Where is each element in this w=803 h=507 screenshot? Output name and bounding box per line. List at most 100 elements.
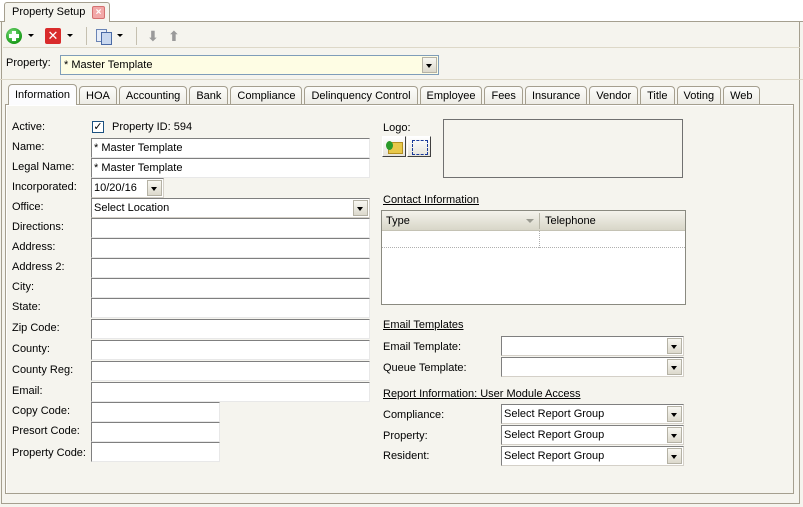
copy-icon [95, 28, 112, 45]
county-input[interactable] [91, 340, 370, 360]
chevron-down-icon[interactable] [667, 427, 682, 443]
toolbar-separator [86, 26, 87, 45]
tab-information[interactable]: Information [8, 84, 78, 105]
active-label: Active: [12, 121, 46, 133]
column-separator[interactable] [539, 213, 540, 229]
tab-delinquency-control[interactable]: Delinquency Control [304, 86, 418, 105]
contact-grid[interactable]: Type Telephone [381, 210, 686, 305]
name-label: Name: [12, 141, 45, 153]
delete-button[interactable]: ✕ [42, 26, 79, 46]
property-setup-window: Property Setup × ✕ ⬇ ⬆ Property: * Maste… [0, 0, 803, 507]
legal-name-input[interactable]: * Master Template [91, 158, 370, 178]
chevron-down-icon[interactable] [667, 448, 682, 464]
address2-label: Address 2: [12, 261, 65, 273]
compliance-report-group-value: Select Report Group [504, 408, 605, 420]
toolbar: ✕ ⬇ ⬆ [3, 24, 800, 48]
zip-code-label: Zip Code: [12, 322, 60, 334]
tab-insurance[interactable]: Insurance [524, 86, 588, 105]
property-report-group-select[interactable]: Select Report Group [501, 425, 684, 445]
arrow-up-icon: ⬆ [168, 27, 180, 44]
tab-employee[interactable]: Employee [419, 86, 483, 105]
active-checkbox[interactable]: ✓ [92, 121, 104, 133]
compliance-report-label: Compliance: [383, 409, 445, 421]
office-select-value: Select Location [94, 202, 170, 214]
email-label: Email: [12, 385, 43, 397]
county-reg-input[interactable] [91, 361, 370, 381]
toolbar-separator [136, 26, 137, 45]
close-icon[interactable]: × [92, 6, 105, 19]
chevron-down-icon[interactable] [667, 359, 682, 375]
queue-template-label: Queue Template: [383, 362, 467, 374]
property-report-label: Property: [383, 430, 428, 442]
state-input[interactable] [91, 298, 370, 318]
report-information-title: Report Information: User Module Access [383, 388, 581, 400]
logo-label: Logo: [383, 122, 411, 134]
office-label: Office: [12, 201, 44, 213]
property-label: Property: [6, 57, 51, 69]
city-label: City: [12, 281, 34, 293]
property-id-text: Property ID: 594 [112, 121, 193, 133]
property-select[interactable]: * Master Template [60, 55, 439, 75]
email-template-label: Email Template: [383, 341, 462, 353]
tab-vendor[interactable]: Vendor [589, 86, 639, 105]
email-templates-title: Email Templates [383, 319, 464, 331]
email-input[interactable] [91, 382, 370, 402]
city-input[interactable] [91, 278, 370, 298]
presort-code-input[interactable] [91, 422, 220, 442]
directions-label: Directions: [12, 221, 64, 233]
compliance-report-group-select[interactable]: Select Report Group [501, 404, 684, 424]
clear-logo-button[interactable] [407, 136, 431, 157]
add-dropdown-arrow-icon[interactable] [28, 34, 34, 37]
queue-template-select[interactable] [501, 357, 684, 377]
move-down-button[interactable]: ⬇ [142, 26, 161, 46]
chevron-down-icon[interactable] [353, 200, 368, 216]
browse-logo-button[interactable] [382, 136, 406, 157]
email-template-select[interactable] [501, 336, 684, 356]
tab-bank[interactable]: Bank [189, 86, 229, 105]
tab-fees[interactable]: Fees [484, 86, 523, 105]
tab-voting[interactable]: Voting [676, 86, 722, 105]
copy-code-label: Copy Code: [12, 405, 71, 417]
chevron-down-icon[interactable] [147, 180, 162, 196]
chevron-down-icon[interactable] [422, 57, 437, 73]
incorporated-date-value: 10/20/16 [94, 182, 137, 194]
logo-preview [443, 119, 683, 178]
property-select-value: * Master Template [64, 59, 153, 71]
cell-separator [539, 231, 540, 248]
tab-title[interactable]: Title [640, 86, 675, 105]
address-input[interactable] [91, 238, 370, 258]
presort-code-label: Presort Code: [12, 425, 80, 437]
office-select[interactable]: Select Location [91, 198, 370, 218]
property-code-input[interactable] [91, 442, 220, 462]
sort-arrow-icon[interactable] [526, 219, 534, 223]
property-report-group-value: Select Report Group [504, 429, 605, 441]
add-button[interactable] [3, 26, 40, 46]
chevron-down-icon[interactable] [667, 338, 682, 354]
legal-name-label: Legal Name: [12, 161, 75, 173]
tab-accounting[interactable]: Accounting [118, 86, 188, 105]
delete-dropdown-arrow-icon[interactable] [67, 34, 73, 37]
column-header-telephone[interactable]: Telephone [541, 211, 596, 231]
tab-compliance[interactable]: Compliance [230, 86, 303, 105]
directions-input[interactable] [91, 218, 370, 238]
chevron-down-icon[interactable] [667, 406, 682, 422]
address2-input[interactable] [91, 258, 370, 278]
table-row-new[interactable] [382, 231, 685, 248]
move-up-button[interactable]: ⬆ [163, 26, 182, 46]
zip-code-input[interactable] [91, 319, 370, 339]
add-icon [6, 27, 22, 44]
document-tab-property-setup[interactable]: Property Setup × [4, 2, 110, 23]
copy-code-input[interactable] [91, 402, 220, 422]
document-tab-strip: Property Setup × [0, 0, 803, 23]
copy-button[interactable] [92, 26, 129, 46]
name-input[interactable]: * Master Template [91, 138, 370, 158]
tab-web[interactable]: Web [723, 86, 760, 105]
contact-grid-header: Type Telephone [382, 211, 685, 231]
column-header-type[interactable]: Type [382, 211, 410, 231]
copy-dropdown-arrow-icon[interactable] [117, 34, 123, 37]
tab-hoa[interactable]: HOA [79, 86, 117, 105]
resident-report-group-select[interactable]: Select Report Group [501, 446, 684, 466]
incorporated-date-picker[interactable]: 10/20/16 [91, 178, 164, 198]
delete-icon: ✕ [45, 27, 61, 44]
property-selector-row: Property: * Master Template [0, 50, 803, 80]
